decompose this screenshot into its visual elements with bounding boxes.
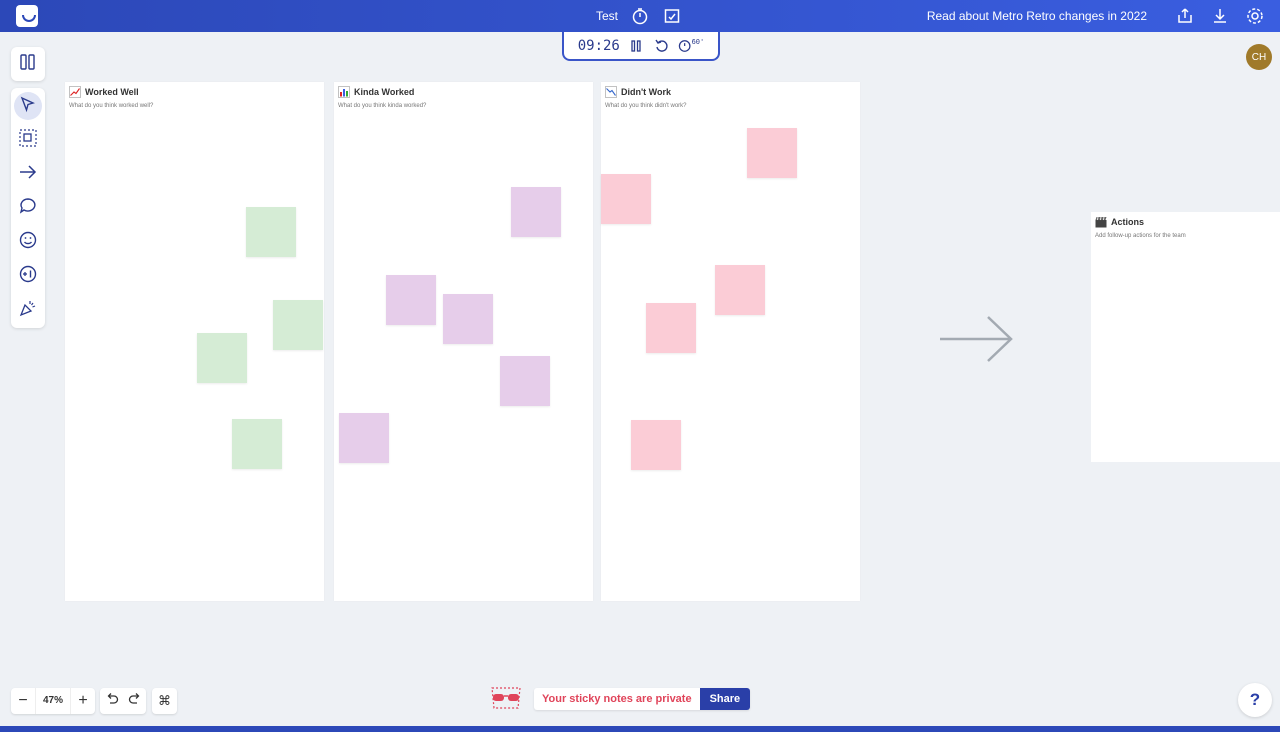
- sticky-note-purple[interactable]: [339, 413, 389, 463]
- sticky-note-pink[interactable]: [646, 303, 696, 353]
- sticky-note-purple[interactable]: [386, 275, 436, 325]
- history-controls: [100, 688, 146, 714]
- undo-icon[interactable]: [105, 692, 119, 711]
- timer-icon[interactable]: [630, 6, 650, 26]
- comment-icon: [18, 196, 38, 221]
- zoom-controls: − 47% +: [11, 688, 95, 714]
- column-header: Worked Well: [69, 86, 139, 98]
- board-check-icon[interactable]: [662, 6, 682, 26]
- extend-timer-label: 60': [691, 37, 705, 46]
- sticky-note-purple[interactable]: [511, 187, 561, 237]
- select-tool[interactable]: [14, 92, 42, 120]
- sticky-note-pink[interactable]: [601, 174, 651, 224]
- arrow-tool[interactable]: [14, 160, 42, 188]
- help-button[interactable]: ?: [1238, 683, 1272, 717]
- column-title: Worked Well: [85, 87, 139, 97]
- sticky-note-pink[interactable]: [747, 128, 797, 178]
- extend-timer-icon[interactable]: 60': [678, 37, 704, 55]
- bottom-strip: [0, 726, 1280, 732]
- pause-icon[interactable]: [627, 37, 645, 55]
- news-link[interactable]: Read about Metro Retro changes in 2022: [927, 9, 1147, 23]
- share-export-icon[interactable]: [1175, 6, 1195, 26]
- command-key-icon: ⌘: [158, 693, 171, 708]
- user-avatar[interactable]: CH: [1246, 44, 1272, 70]
- plus-one-tool[interactable]: [14, 262, 42, 290]
- metro-retro-logo[interactable]: [16, 5, 38, 27]
- timer-panel: 09:26 60': [562, 32, 720, 61]
- actions-header: Actions: [1095, 216, 1144, 228]
- columns-panel-icon: [18, 52, 38, 77]
- column-title: Kinda Worked: [354, 87, 415, 97]
- plus-one-icon: [18, 264, 38, 289]
- shapes-icon: [18, 128, 38, 153]
- column-didnt-work[interactable]: Didn't Work What do you think didn't wor…: [601, 82, 860, 601]
- sticky-note-green[interactable]: [273, 300, 323, 350]
- tool-palette: [11, 88, 45, 328]
- column-title: Didn't Work: [621, 87, 671, 97]
- sticky-note-purple[interactable]: [443, 294, 493, 344]
- bar-chart-icon: [338, 86, 350, 98]
- clapper-board-icon: [1095, 216, 1107, 228]
- board-title[interactable]: Test: [596, 9, 618, 23]
- sticky-note-green[interactable]: [232, 419, 282, 469]
- actions-panel[interactable]: Actions Add follow-up actions for the te…: [1091, 212, 1280, 462]
- settings-gear-icon[interactable]: [1245, 6, 1265, 26]
- redo-icon[interactable]: [128, 692, 142, 711]
- comment-tool[interactable]: [14, 194, 42, 222]
- download-icon[interactable]: [1210, 6, 1230, 26]
- private-mask-icon: [488, 682, 524, 717]
- column-subtitle: What do you think kinda worked?: [338, 103, 427, 109]
- privacy-message: Your sticky notes are private: [542, 693, 692, 705]
- canvas-arrow[interactable]: [938, 315, 1016, 368]
- select-pointer-icon: [19, 95, 37, 118]
- zoom-level[interactable]: 47%: [35, 688, 71, 714]
- sticky-note-purple[interactable]: [500, 356, 550, 406]
- actions-title: Actions: [1111, 217, 1145, 227]
- chart-increasing-icon: [69, 86, 81, 98]
- columns-panel-button[interactable]: [11, 47, 45, 81]
- privacy-bar: Your sticky notes are private Share: [488, 682, 751, 717]
- emoji-tool[interactable]: [14, 228, 42, 256]
- sticky-note-pink[interactable]: [631, 420, 681, 470]
- celebration-tool[interactable]: [14, 296, 42, 324]
- arrow-tool-icon: [18, 162, 38, 187]
- actions-subtitle: Add follow-up actions for the team: [1095, 233, 1186, 239]
- zoom-in-button[interactable]: +: [71, 688, 95, 714]
- reset-timer-icon[interactable]: [653, 37, 671, 55]
- sticky-note-pink[interactable]: [715, 265, 765, 315]
- privacy-notice: Your sticky notes are private Share: [534, 688, 751, 710]
- sticky-note-green[interactable]: [197, 333, 247, 383]
- chart-decreasing-icon: [605, 86, 617, 98]
- column-header: Didn't Work: [605, 86, 671, 98]
- share-button[interactable]: Share: [699, 688, 751, 710]
- sticky-note-green[interactable]: [246, 207, 296, 257]
- shapes-tool[interactable]: [14, 126, 42, 154]
- board-header: Test: [596, 0, 682, 32]
- column-subtitle: What do you think didn't work?: [605, 103, 687, 109]
- column-header: Kinda Worked: [338, 86, 414, 98]
- top-bar: Test Read about Metro Retro changes in 2…: [0, 0, 1280, 32]
- keyboard-shortcuts-button[interactable]: ⌘: [152, 688, 177, 714]
- zoom-out-button[interactable]: −: [11, 688, 35, 714]
- emoji-icon: [18, 230, 38, 255]
- timer-display: 09:26: [577, 37, 620, 54]
- column-subtitle: What do you think worked well?: [69, 103, 154, 109]
- top-actions: Read about Metro Retro changes in 2022: [927, 0, 1280, 32]
- celebration-icon: [18, 298, 38, 323]
